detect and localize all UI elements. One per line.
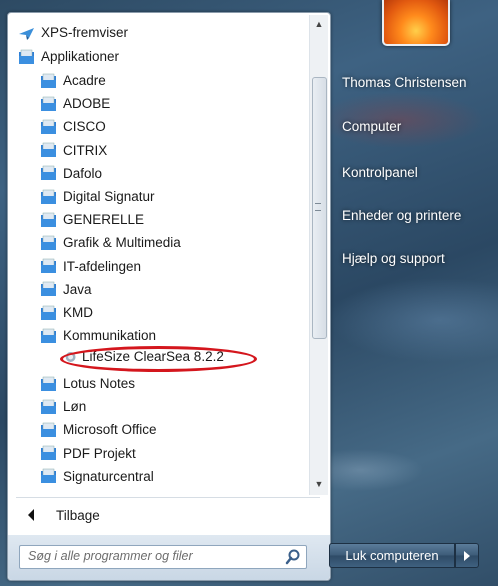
list-item-folder[interactable]: Java [40,278,92,301]
folder-icon [19,49,34,64]
folder-icon [41,422,56,437]
list-item-label: PDF Projekt [63,445,136,461]
list-item-label: IT-afdelingen [63,258,142,274]
folder-icon [41,399,56,414]
folder-icon [41,119,56,134]
list-item-label: Acadre [63,73,106,88]
list-item-folder[interactable]: PDF Projekt [40,442,136,465]
program-list: XPS-fremviser Applikationer Acadre ADOBE C… [8,13,308,495]
list-item-xps-viewer[interactable]: XPS-fremviser [18,21,128,44]
list-item-folder[interactable]: Signaturcentral [40,465,154,488]
list-item-label: Lotus Notes [63,376,136,391]
folder-icon [41,142,56,158]
list-item-folder[interactable]: CISCO [40,115,106,138]
list-item-folder[interactable]: Lotus Notes [40,372,135,395]
search-icon[interactable] [284,548,302,566]
scroll-up-icon[interactable]: ▲ [310,15,328,33]
list-item-label: Applikationer [41,49,120,64]
annotation-ellipse [60,346,257,372]
shutdown-button[interactable]: Luk computeren [329,543,455,568]
list-item-folder[interactable]: Grafik & Multimedia [40,231,181,254]
list-item-folder[interactable]: KMD [40,301,93,324]
back-button[interactable]: Tilbage [22,503,100,527]
program-list-scrollbar[interactable]: ▲ ▼ [309,15,328,495]
chevron-right-icon [464,550,470,561]
list-item-folder[interactable]: Acadre [40,69,106,92]
folder-icon [41,96,56,111]
list-item-label: XPS-fremviser [41,25,129,40]
xps-viewer-icon [19,27,34,40]
computer-link[interactable]: Computer [342,119,401,134]
search-area: Søg i alle programmer og filer [8,535,330,580]
list-item-label: CISCO [63,119,106,135]
list-item-label: Digital Signatur [63,189,155,204]
list-item-label: CITRIX [63,142,108,158]
list-item-folder[interactable]: GENERELLE [40,208,144,231]
search-placeholder: Søg i alle programmer og filer [28,549,193,563]
list-item-label: Signaturcentral [63,468,154,484]
list-item-folder[interactable]: ADOBE [40,92,110,115]
shutdown-options-button[interactable] [455,543,479,568]
all-programs-pane: XPS-fremviser Applikationer Acadre ADOBE C… [7,12,331,581]
list-item-label: Grafik & Multimedia [63,235,181,251]
list-item-applikationer[interactable]: Applikationer [18,45,119,68]
list-item-folder[interactable]: Microsoft Office [40,418,157,441]
folder-icon [41,189,56,204]
folder-icon [41,73,56,88]
list-item-label: Løn [63,399,87,415]
folder-icon [41,376,56,391]
list-item-folder[interactable]: Dafolo [40,162,102,185]
list-item-folder[interactable]: Løn [40,395,86,418]
folder-icon [41,445,56,461]
back-arrow-icon [28,509,34,521]
folder-icon [41,305,56,320]
devices-printers-link[interactable]: Enheder og printere [342,208,461,223]
back-label: Tilbage [56,507,100,523]
list-item-label: ADOBE [63,96,111,112]
list-item-label: Microsoft Office [63,422,157,438]
folder-icon [41,235,56,250]
user-picture[interactable] [382,0,450,46]
list-item-folder[interactable]: CITRIX [40,139,107,162]
divider [16,497,320,498]
scroll-down-icon[interactable]: ▼ [310,475,328,493]
list-item-label: Java [63,281,92,297]
folder-icon [41,469,56,484]
list-item-label: Kommunikation [63,328,157,344]
help-support-link[interactable]: Hjælp og support [342,251,445,266]
folder-icon [41,166,56,181]
search-input[interactable]: Søg i alle programmer og filer [19,545,307,569]
folder-icon [41,258,56,274]
list-item-label: GENERELLE [63,212,145,228]
folder-icon [41,212,56,227]
folder-icon [41,282,56,297]
list-item-label: Dafolo [63,165,103,181]
user-name-link[interactable]: Thomas Christensen [342,75,467,90]
list-item-folder[interactable]: Kommunikation [40,324,156,347]
control-panel-link[interactable]: Kontrolpanel [342,165,418,180]
scrollbar-grip-icon [315,203,321,211]
list-item-folder[interactable]: IT-afdelingen [40,255,141,278]
folder-icon [41,328,56,343]
list-item-folder[interactable]: Digital Signatur [40,185,155,208]
list-item-label: KMD [63,305,93,320]
